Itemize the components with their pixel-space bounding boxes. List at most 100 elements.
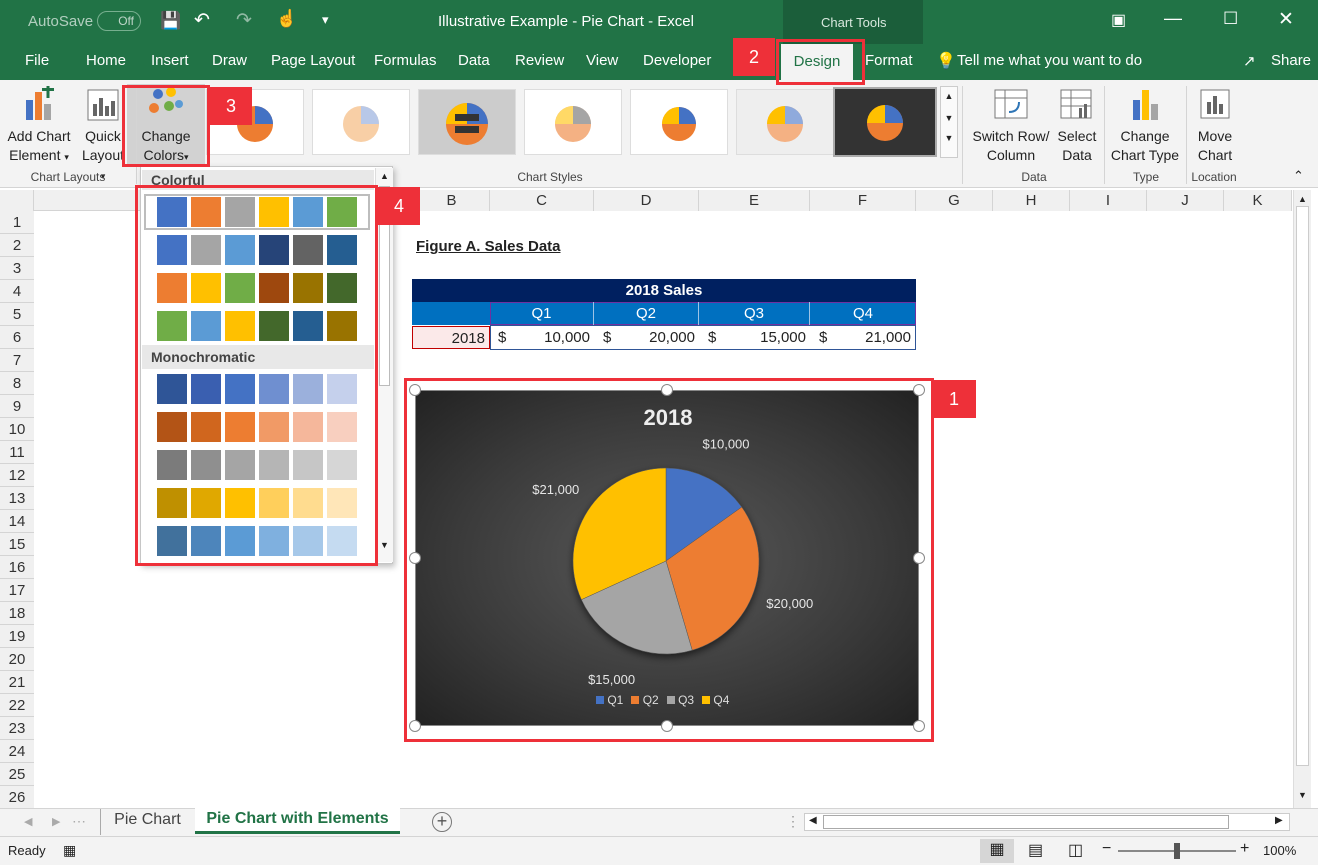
row-header[interactable]: 2: [0, 234, 34, 257]
quarter-header-cell[interactable]: Q3: [699, 302, 810, 325]
row-header[interactable]: 10: [0, 418, 34, 441]
tab-page-layout[interactable]: Page Layout: [271, 52, 355, 69]
tab-developer[interactable]: Developer: [643, 52, 711, 69]
chart-style-thumb-2[interactable]: [312, 89, 410, 155]
row-header[interactable]: 20: [0, 648, 34, 671]
tab-format[interactable]: Format: [865, 52, 913, 69]
chart-style-thumb-3[interactable]: [418, 89, 516, 155]
column-header[interactable]: H: [993, 190, 1070, 211]
page-break-view-icon[interactable]: ◫: [1068, 840, 1083, 860]
table-header[interactable]: 2018 Sales: [412, 279, 916, 302]
column-header[interactable]: C: [490, 190, 594, 211]
quarter-header-cell[interactable]: Q2: [594, 302, 699, 325]
row-header[interactable]: 7: [0, 349, 34, 372]
ribbon-display-icon[interactable]: ▣: [1111, 10, 1126, 30]
zoom-in-button[interactable]: +: [1240, 840, 1249, 858]
change-chart-type-button[interactable]: Change Chart Type: [1108, 86, 1182, 165]
sheet-tab-pie-chart[interactable]: Pie Chart: [100, 809, 194, 835]
vertical-scroll-thumb[interactable]: [1296, 206, 1309, 766]
select-data-button[interactable]: Select Data: [1054, 86, 1100, 165]
row-header[interactable]: 8: [0, 372, 34, 395]
row-header[interactable]: 6: [0, 326, 34, 349]
dropdown-scroll-down-icon[interactable]: ▼: [380, 540, 389, 550]
add-chart-element-button[interactable]: Add Chart Element ▾: [4, 86, 74, 167]
touch-mode-icon[interactable]: ☝: [276, 9, 297, 29]
collapse-ribbon-icon[interactable]: ⌃: [1293, 168, 1304, 184]
tab-insert[interactable]: Insert: [151, 52, 189, 69]
row-header[interactable]: 15: [0, 533, 34, 556]
close-icon[interactable]: ✕: [1278, 8, 1294, 31]
autosave-toggle[interactable]: Off: [97, 11, 141, 31]
row-header[interactable]: 14: [0, 510, 34, 533]
row-header[interactable]: 4: [0, 280, 34, 303]
tab-data[interactable]: Data: [458, 52, 490, 69]
add-sheet-icon[interactable]: +: [432, 812, 452, 832]
scroll-up-icon[interactable]: ▲: [941, 91, 957, 101]
tell-me-search[interactable]: Tell me what you want to do: [957, 52, 1142, 69]
row-header[interactable]: 13: [0, 487, 34, 510]
row-header[interactable]: 25: [0, 763, 34, 786]
horizontal-scrollbar[interactable]: ◀ ▶: [804, 813, 1290, 831]
row-header[interactable]: 17: [0, 579, 34, 602]
next-sheet-icon[interactable]: ▶: [52, 815, 60, 828]
zoom-slider-thumb[interactable]: [1174, 843, 1180, 859]
row-header[interactable]: 23: [0, 717, 34, 740]
normal-view-button[interactable]: ▦: [980, 839, 1014, 863]
row-header[interactable]: 18: [0, 602, 34, 625]
sheet-overflow-icon[interactable]: ⋯: [72, 813, 86, 830]
customize-qat-icon[interactable]: ▾: [322, 12, 329, 28]
column-header[interactable]: E: [699, 190, 810, 211]
table-corner-cell[interactable]: [412, 302, 490, 325]
row-header[interactable]: 12: [0, 464, 34, 487]
scroll-right-icon[interactable]: ▶: [1275, 815, 1283, 826]
column-header[interactable]: B: [414, 190, 490, 211]
chart-style-thumb-5[interactable]: [630, 89, 728, 155]
row-header[interactable]: 16: [0, 556, 34, 579]
quarter-header-cell[interactable]: Q1: [490, 302, 594, 325]
column-header[interactable]: F: [810, 190, 916, 211]
column-header[interactable]: J: [1147, 190, 1224, 211]
row-header[interactable]: 21: [0, 671, 34, 694]
prev-sheet-icon[interactable]: ◀: [24, 815, 32, 828]
tab-split-icon[interactable]: ⋮: [786, 813, 800, 830]
save-icon[interactable]: 💾: [160, 11, 181, 31]
column-header[interactable]: D: [594, 190, 699, 211]
scroll-down-arrow-icon[interactable]: ▼: [1298, 790, 1307, 800]
chart-style-thumb-7-selected[interactable]: [833, 87, 937, 157]
scroll-left-icon[interactable]: ◀: [809, 815, 817, 826]
row-header[interactable]: 3: [0, 257, 34, 280]
sheet-tab-pie-chart-with-elements[interactable]: Pie Chart with Elements: [195, 808, 400, 834]
tab-file[interactable]: File: [25, 52, 49, 69]
tab-review[interactable]: Review: [515, 52, 564, 69]
column-header[interactable]: G: [916, 190, 993, 211]
column-header[interactable]: K: [1224, 190, 1292, 211]
chart-style-thumb-6[interactable]: [736, 89, 834, 155]
column-header[interactable]: I: [1070, 190, 1147, 211]
chart-styles-scroll[interactable]: ▲ ▼ ▼: [940, 86, 958, 158]
share-button[interactable]: Share: [1271, 52, 1311, 69]
redo-icon[interactable]: ↷: [236, 9, 252, 32]
zoom-level[interactable]: 100%: [1263, 843, 1296, 858]
undo-icon[interactable]: ↶: [194, 9, 210, 32]
tab-draw[interactable]: Draw: [212, 52, 247, 69]
dropdown-scroll-up-icon[interactable]: ▲: [376, 171, 393, 181]
row-header[interactable]: 9: [0, 395, 34, 418]
vertical-scrollbar[interactable]: ▲ ▼: [1293, 190, 1311, 808]
horizontal-scroll-thumb[interactable]: [823, 815, 1229, 829]
page-layout-view-icon[interactable]: ▤: [1028, 840, 1043, 860]
row-header[interactable]: 5: [0, 303, 34, 326]
macro-record-icon[interactable]: ▦: [63, 842, 76, 859]
quarter-header-cell[interactable]: Q4: [810, 302, 916, 325]
maximize-icon[interactable]: ☐: [1223, 9, 1238, 29]
switch-row-column-button[interactable]: Switch Row/ Column: [968, 86, 1054, 165]
more-styles-icon[interactable]: ▼: [941, 133, 957, 143]
scroll-up-arrow-icon[interactable]: ▲: [1294, 194, 1311, 204]
year-cell[interactable]: 2018: [412, 326, 490, 349]
value-cell[interactable]: 15,000: [720, 326, 806, 349]
row-header[interactable]: 19: [0, 625, 34, 648]
scroll-down-icon[interactable]: ▼: [941, 113, 957, 123]
tab-home[interactable]: Home: [86, 52, 126, 69]
select-all-corner[interactable]: [0, 190, 34, 211]
tab-formulas[interactable]: Formulas: [374, 52, 437, 69]
value-cell[interactable]: 20,000: [615, 326, 695, 349]
